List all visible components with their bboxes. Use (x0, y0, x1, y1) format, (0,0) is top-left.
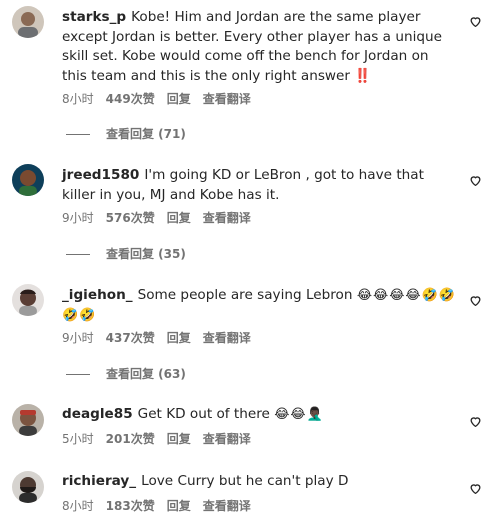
reply-button[interactable]: 回复 (167, 210, 191, 226)
comment-time: 5小时 (62, 432, 94, 446)
comment-likes[interactable]: 437次赞 (106, 330, 155, 346)
comment-body: Some people are saying Lebron (137, 287, 353, 303)
heart-outline-icon[interactable] (469, 413, 482, 428)
comment-time: 9小时 (62, 331, 94, 345)
comment-text-block: richieray_ Love Curry but he can't play D (62, 472, 456, 492)
divider (66, 133, 90, 135)
comment-username[interactable]: jreed1580 (62, 167, 139, 183)
comment-username[interactable]: richieray_ (62, 473, 136, 489)
view-replies-button[interactable]: 查看回复 (35) (66, 246, 186, 262)
comment-body: Love Curry but he can't play D (141, 473, 349, 489)
reply-button[interactable]: 回复 (167, 91, 191, 107)
comment-text-block: _igiehon_ Some people are saying Lebron 😂… (62, 286, 456, 325)
comment-likes[interactable]: 576次赞 (106, 210, 155, 226)
view-replies-button[interactable]: 查看回复 (71) (66, 126, 186, 142)
avatar[interactable] (12, 6, 44, 38)
comment-text-block: deagle85 Get KD out of there 😂😂🤦🏿‍♂️ (62, 405, 456, 425)
comment-emojis: 😂😂🤦🏿‍♂️ (274, 407, 324, 422)
comment-text-block: starks_p Kobe! Him and Jordan are the sam… (62, 8, 456, 86)
avatar[interactable] (12, 471, 44, 503)
avatar[interactable] (12, 404, 44, 436)
view-replies-button[interactable]: 查看回复 (63) (66, 366, 186, 382)
view-replies-label: 查看回复 (63) (106, 367, 186, 381)
comment-meta: 9小时 437次赞 回复 查看翻译 (62, 330, 251, 346)
comment-meta: 8小时 449次赞 回复 查看翻译 (62, 91, 251, 107)
comment-meta: 9小时 576次赞 回复 查看翻译 (62, 210, 251, 226)
heart-outline-icon[interactable] (469, 292, 482, 307)
heart-outline-icon[interactable] (469, 172, 482, 187)
comment-time: 8小时 (62, 92, 94, 106)
translate-button[interactable]: 查看翻译 (203, 210, 251, 226)
avatar[interactable] (12, 284, 44, 316)
comment-username[interactable]: starks_p (62, 9, 126, 25)
translate-button[interactable]: 查看翻译 (203, 330, 251, 346)
comment-likes[interactable]: 201次赞 (106, 431, 155, 447)
reply-button[interactable]: 回复 (167, 431, 191, 447)
divider (66, 253, 90, 255)
comment-meta: 5小时 201次赞 回复 查看翻译 (62, 431, 251, 447)
comment-likes[interactable]: 183次赞 (106, 498, 155, 514)
heart-outline-icon[interactable] (469, 480, 482, 495)
divider (66, 373, 90, 375)
comment-time: 8小时 (62, 499, 94, 513)
comment-username[interactable]: deagle85 (62, 406, 133, 422)
reply-button[interactable]: 回复 (167, 498, 191, 514)
comment-text-block: jreed1580 I'm going KD or LeBron , got to… (62, 166, 456, 205)
view-replies-label: 查看回复 (35) (106, 247, 186, 261)
comment-time: 9小时 (62, 211, 94, 225)
view-replies-label: 查看回复 (71) (106, 127, 186, 141)
heart-outline-icon[interactable] (469, 13, 482, 28)
translate-button[interactable]: 查看翻译 (203, 431, 251, 447)
avatar[interactable] (12, 164, 44, 196)
comment-likes[interactable]: 449次赞 (106, 91, 155, 107)
translate-button[interactable]: 查看翻译 (203, 498, 251, 514)
translate-button[interactable]: 查看翻译 (203, 91, 251, 107)
reply-button[interactable]: 回复 (167, 330, 191, 346)
comment-username[interactable]: _igiehon_ (62, 287, 133, 303)
comment-meta: 8小时 183次赞 回复 查看翻译 (62, 498, 251, 514)
comment-body: Get KD out of there (137, 406, 270, 422)
